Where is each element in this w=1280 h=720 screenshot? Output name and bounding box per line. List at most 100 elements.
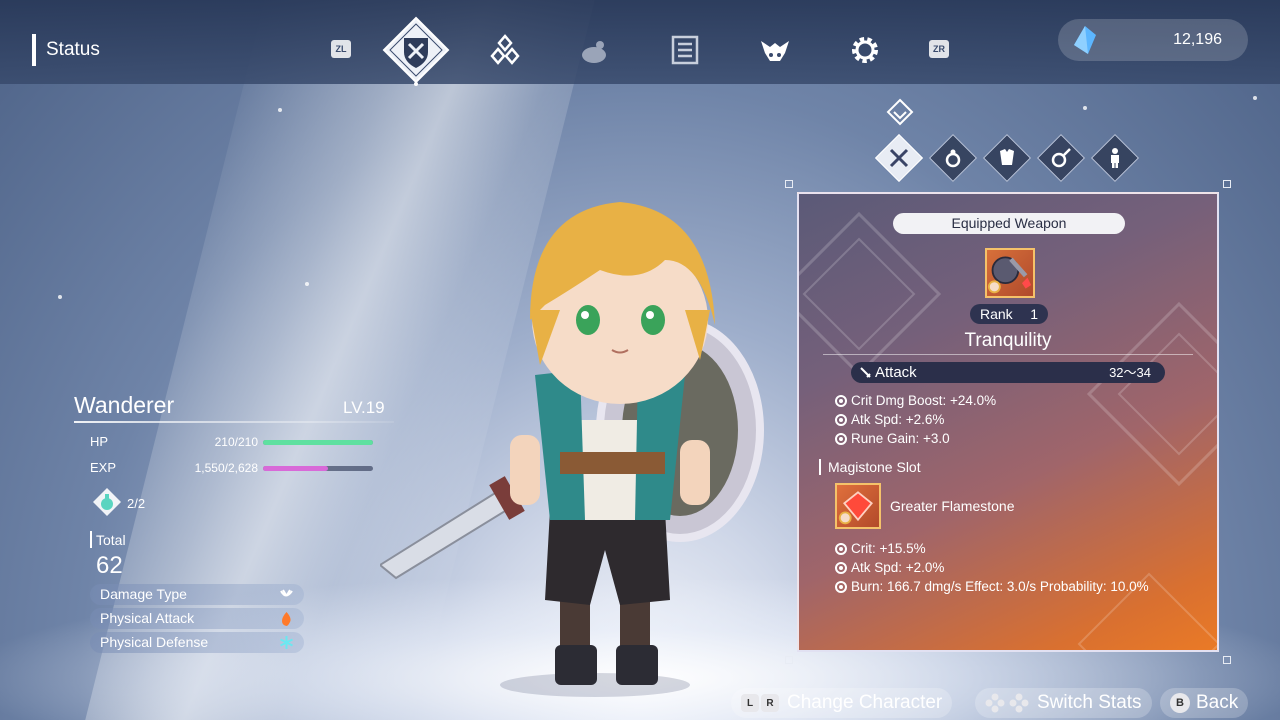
- character-model: [380, 202, 764, 697]
- page-title-text: Status: [46, 39, 100, 60]
- tab-gems[interactable]: [481, 26, 529, 74]
- ring-icon: [945, 149, 961, 168]
- tab-monster[interactable]: [751, 26, 799, 74]
- equipment-detail-panel: Equipped Weapon Rank 1 Tranquility Attac…: [797, 192, 1219, 652]
- attack-value: 32～34: [1109, 365, 1151, 380]
- physical-defense-row: Physical Defense: [90, 632, 304, 653]
- switch-stats-label: Switch Stats: [1037, 692, 1142, 713]
- tab-settings[interactable]: [841, 26, 889, 74]
- physical-attack-label: Physical Attack: [100, 610, 195, 626]
- stat-bullet-icon: [835, 561, 847, 574]
- subtab-armor[interactable]: [982, 133, 1032, 183]
- weapon-stat: Crit Dmg Boost: +24.0%: [835, 393, 996, 408]
- character-level: LV.19: [343, 398, 385, 417]
- divider: [823, 354, 1193, 355]
- l-button-key: L: [741, 694, 759, 712]
- creature-icon: [582, 41, 606, 63]
- magistone-stat-text: Crit: +15.5%: [851, 541, 926, 556]
- attack-row: Attack 32～34: [851, 362, 1165, 383]
- back-label: Back: [1196, 692, 1239, 713]
- change-character-label: Change Character: [787, 692, 943, 713]
- potion-icon: [93, 488, 121, 516]
- sparkle: [1253, 96, 1257, 100]
- total-marker: [90, 531, 92, 548]
- attack-label: Attack: [875, 364, 917, 381]
- hp-bar: [263, 440, 373, 445]
- currency-display: 12,196: [1058, 19, 1248, 61]
- winged-beast-icon: [761, 41, 789, 61]
- snowflake-icon: [280, 636, 293, 649]
- currency-value: 12,196: [1173, 31, 1222, 48]
- subtab-cooking[interactable]: [1036, 133, 1086, 183]
- sword-icon: [860, 367, 871, 378]
- rank-label: Rank: [980, 306, 1013, 322]
- person-icon: [1111, 148, 1119, 168]
- zr-button[interactable]: ZR: [929, 40, 949, 58]
- exp-bar-fill: [263, 466, 328, 471]
- sparkle: [305, 282, 309, 286]
- zl-button[interactable]: ZL: [331, 40, 351, 58]
- weapon-stat-text: Atk Spd: +2.6%: [851, 412, 945, 427]
- magistone-slot-title: Magistone Slot: [819, 459, 921, 475]
- tab-pet[interactable]: [571, 26, 619, 74]
- total-value: 62: [96, 552, 123, 579]
- hp-bar-fill: [263, 440, 373, 445]
- weapon-item-icon[interactable]: [985, 248, 1035, 298]
- total-label: Total: [96, 532, 126, 548]
- subtab-accessory[interactable]: [928, 133, 978, 183]
- rank-badge: Rank 1: [970, 304, 1048, 324]
- top-bar: Status ZL ZR 12,196: [0, 0, 1280, 86]
- divider: [74, 421, 394, 423]
- magistone-stat: Burn: 166.7 dmg/s Effect: 3.0/s Probabil…: [835, 579, 1149, 594]
- tab-status[interactable]: [380, 14, 452, 86]
- change-character-button[interactable]: L R Change Character: [731, 688, 953, 718]
- weapon-stat-text: Rune Gain: +3.0: [851, 431, 950, 446]
- stat-bullet-icon: [835, 580, 847, 593]
- weapon-stat-text: Crit Dmg Boost: +24.0%: [851, 393, 997, 408]
- magistone-stat: Atk Spd: +2.0%: [835, 560, 944, 575]
- sparkle: [1083, 106, 1087, 110]
- crystal-icon: [1074, 26, 1096, 54]
- magistone-stat-text: Atk Spd: +2.0%: [851, 560, 945, 575]
- hp-value: 210/210: [214, 435, 258, 449]
- tab-journal[interactable]: [661, 26, 709, 74]
- b-button-key: B: [1170, 693, 1190, 713]
- flamestone-icon[interactable]: [835, 483, 881, 529]
- crossed-swords-icon: [889, 148, 909, 168]
- stat-bullet-icon: [835, 542, 847, 555]
- potion-count: 2/2: [127, 496, 146, 511]
- fire-icon: [282, 612, 291, 626]
- r-button-key: R: [761, 694, 779, 712]
- panel-corner: [785, 656, 793, 664]
- panel-corner: [1223, 180, 1231, 188]
- dpad-icon: [985, 693, 1029, 713]
- sparkle: [278, 108, 282, 112]
- panel-corner: [785, 180, 793, 188]
- stat-bullet-icon: [835, 394, 847, 407]
- physical-defense-label: Physical Defense: [100, 634, 209, 650]
- back-button[interactable]: B Back: [1160, 688, 1249, 718]
- frying-pan-icon: [1051, 148, 1071, 168]
- magistone-stat: Crit: +15.5%: [835, 541, 926, 556]
- weapon-stat: Rune Gain: +3.0: [835, 431, 950, 446]
- damage-type-label: Damage Type: [100, 586, 187, 602]
- magistone-name: Greater Flamestone: [890, 498, 1015, 514]
- exp-label: EXP: [90, 460, 117, 475]
- subtab-indicator-icon: [886, 98, 914, 126]
- weapon-name: Tranquility: [964, 330, 1052, 351]
- panel-corner: [1223, 656, 1231, 664]
- subtab-costume[interactable]: [1090, 133, 1140, 183]
- switch-stats-button[interactable]: Switch Stats: [975, 688, 1152, 718]
- list-book-icon: [671, 35, 699, 65]
- page-title: Status: [32, 34, 100, 66]
- exp-value: 1,550/2,628: [194, 461, 258, 475]
- rank-value: 1: [1030, 306, 1038, 322]
- physical-attack-row: Physical Attack: [90, 608, 304, 629]
- gear-icon: [852, 37, 878, 63]
- diamond-cluster-icon: [490, 34, 520, 65]
- character-name: Wanderer: [74, 392, 175, 418]
- subtab-weapon[interactable]: [874, 133, 924, 183]
- claw-icon: [280, 589, 293, 597]
- hp-label: HP: [90, 434, 109, 449]
- exp-bar: [263, 466, 373, 471]
